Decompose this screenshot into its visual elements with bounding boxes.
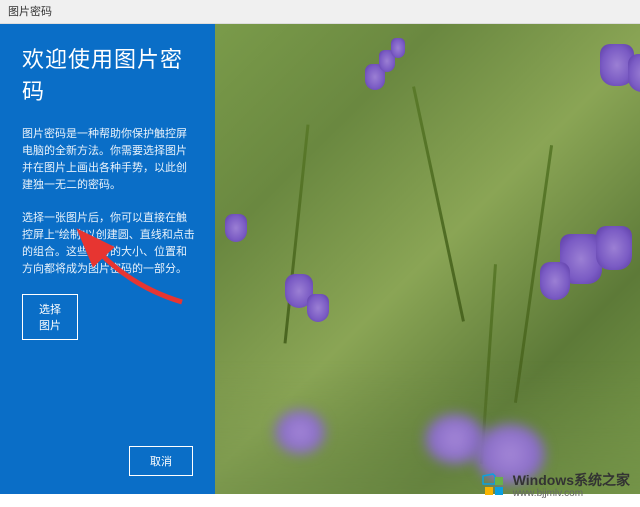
watermark: Windows系统之家 www.bjjmlv.com — [481, 470, 630, 499]
page-title: 欢迎使用图片密码 — [22, 42, 195, 106]
content-area: 欢迎使用图片密码 图片密码是一种帮助你保护触控屏电脑的全新方法。你需要选择图片并… — [0, 24, 640, 494]
decor-flower-blur — [275, 410, 325, 454]
watermark-url: www.bjjmlv.com — [513, 488, 630, 499]
decor-stem — [412, 86, 465, 321]
windows-logo-icon — [481, 472, 509, 498]
intro-paragraph-2: 选择一张图片后，你可以直接在触控屏上"绘制"以创建圆、直线和点击的组合。这些手势… — [22, 210, 195, 278]
watermark-suffix: 系统之家 — [574, 472, 630, 488]
picture-preview — [215, 24, 640, 494]
left-panel: 欢迎使用图片密码 图片密码是一种帮助你保护触控屏电脑的全新方法。你需要选择图片并… — [0, 24, 215, 494]
cancel-button[interactable]: 取消 — [129, 446, 193, 476]
select-picture-button[interactable]: 选择图片 — [22, 294, 78, 340]
window-title: 图片密码 — [8, 6, 52, 18]
intro-paragraph-1: 图片密码是一种帮助你保护触控屏电脑的全新方法。你需要选择图片并在图片上画出各种手… — [22, 126, 195, 194]
picture-password-window: 图片密码 欢迎使用图片密码 图片密码是一种帮助你保护触控屏电脑的全新方法。你需要… — [0, 0, 640, 494]
watermark-brand: Windows — [513, 472, 574, 488]
titlebar: 图片密码 — [0, 0, 640, 24]
watermark-text: Windows系统之家 www.bjjmlv.com — [513, 470, 630, 499]
decor-stem — [284, 124, 310, 343]
